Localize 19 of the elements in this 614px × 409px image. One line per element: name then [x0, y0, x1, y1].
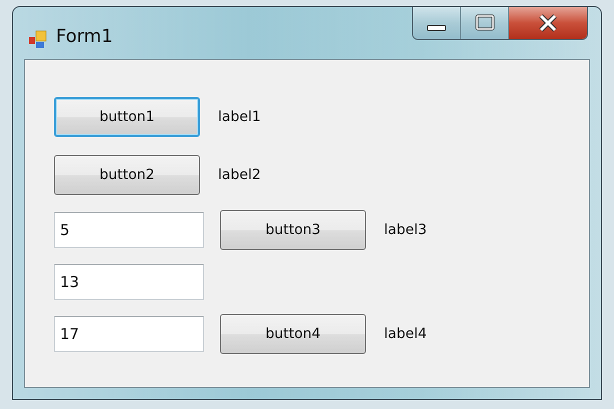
form-icon	[28, 29, 48, 49]
form-button[interactable]: button2	[54, 155, 200, 195]
form-label: label2	[218, 167, 261, 183]
form-label: label3	[384, 222, 427, 238]
text-field[interactable]: 13	[54, 264, 204, 300]
form-label: label1	[218, 109, 261, 125]
form-button[interactable]: button1	[54, 97, 200, 137]
text-field[interactable]: 5	[54, 212, 204, 248]
window-title: Form1	[56, 26, 113, 47]
maximize-button[interactable]	[461, 7, 509, 39]
form-button[interactable]: button4	[220, 314, 366, 354]
text-field[interactable]: 17	[54, 316, 204, 352]
close-button[interactable]	[509, 7, 587, 39]
maximize-icon	[474, 14, 494, 32]
minimize-button[interactable]	[413, 7, 461, 39]
form-label: label4	[384, 326, 427, 342]
minimize-icon	[427, 25, 446, 31]
form-button[interactable]: button3	[220, 210, 366, 250]
close-icon	[538, 14, 558, 32]
